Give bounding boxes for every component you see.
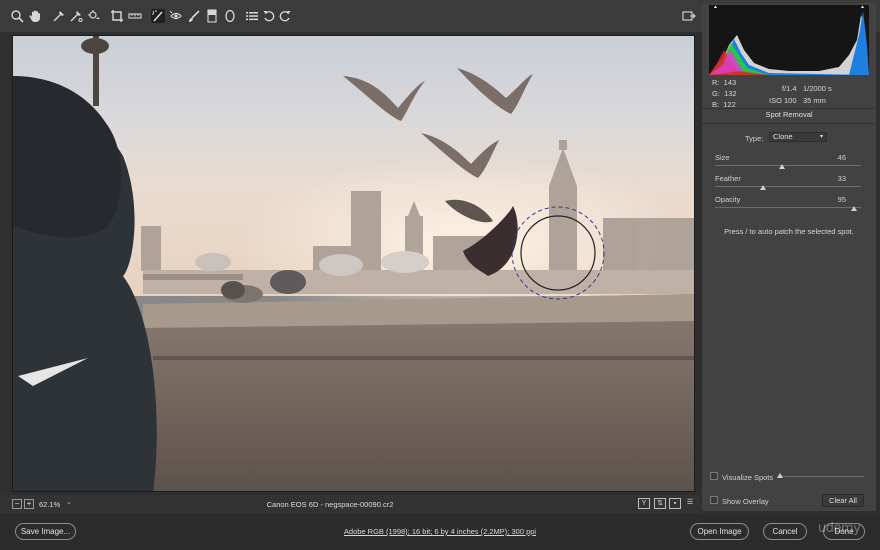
radial-filter-icon[interactable] — [223, 9, 237, 23]
type-value: Clone — [773, 132, 793, 141]
auto-patch-hint: Press / to auto patch the selected spot. — [724, 227, 854, 236]
chevron-down-icon: ▾ — [819, 134, 823, 140]
adjustment-brush-icon[interactable] — [187, 9, 201, 23]
panel-divider — [702, 123, 876, 124]
bottom-bar: Save Image... Adobe RGB (1998); 16 bit; … — [0, 514, 880, 550]
cancel-button[interactable]: Cancel — [763, 523, 807, 540]
aperture-readout: f/1.4 — [782, 84, 797, 93]
crop-icon[interactable] — [110, 9, 124, 23]
right-panel: R: 143 G: 132 B: 122 f/1.4 1/2000 s ISO … — [702, 3, 876, 511]
type-dropdown[interactable]: Clone ▾ — [769, 132, 827, 142]
copy-settings-icon[interactable]: ▪ — [669, 498, 681, 509]
opacity-label: Opacity — [715, 195, 741, 204]
image-preview[interactable] — [12, 35, 695, 492]
swap-settings-icon[interactable]: ⇅ — [654, 498, 666, 509]
list-icon[interactable] — [245, 9, 259, 23]
target-adjust-icon[interactable] — [87, 9, 101, 23]
size-value[interactable]: 46 — [816, 153, 846, 162]
show-overlay-checkbox[interactable] — [710, 496, 718, 504]
clear-all-button[interactable]: Clear All — [822, 494, 864, 507]
size-slider[interactable] — [715, 165, 861, 166]
feather-slider[interactable] — [715, 186, 861, 187]
shutter-readout: 1/2000 s — [803, 84, 832, 93]
visualize-spots-label: Visualize Spots — [722, 473, 774, 482]
iso-readout: ISO 100 — [769, 96, 797, 105]
size-slider-thumb[interactable] — [779, 164, 786, 169]
feather-value[interactable]: 33 — [816, 174, 846, 183]
focal-readout: 35 mm — [803, 96, 826, 105]
show-overlay-label: Show Overlay — [722, 497, 769, 506]
rgb-readout: R: 143 G: 132 B: 122 — [712, 78, 737, 109]
status-bar: − + 62.1% ⌄ Canon EOS 6D - negspace-0009… — [0, 495, 700, 513]
preview-settings-icon[interactable]: ☰ — [684, 498, 696, 509]
open-image-button[interactable]: Open Image — [690, 523, 749, 540]
rotate-ccw-icon[interactable] — [262, 9, 276, 23]
rotate-cw-icon[interactable] — [278, 9, 292, 23]
visualize-spots-checkbox[interactable] — [710, 472, 718, 480]
zoom-icon[interactable] — [10, 9, 24, 23]
opacity-slider[interactable] — [715, 207, 861, 208]
straighten-icon[interactable] — [128, 9, 142, 23]
panel-title: Spot Removal — [765, 110, 813, 119]
graduated-filter-icon[interactable] — [205, 9, 219, 23]
hand-icon[interactable] — [28, 9, 42, 23]
photo-canvas — [13, 36, 694, 491]
visualize-spots-thumb[interactable] — [777, 473, 783, 478]
visualize-spots-slider[interactable] — [778, 476, 864, 477]
udemy-watermark: udemy — [818, 521, 861, 536]
type-label: Type: — [745, 134, 764, 143]
color-sampler-icon[interactable] — [69, 9, 83, 23]
fullscreen-toggle-icon[interactable] — [682, 9, 696, 23]
feather-label: Feather — [715, 174, 741, 183]
feather-slider-thumb[interactable] — [760, 185, 767, 190]
size-label: Size — [715, 153, 730, 162]
before-after-toggle[interactable]: Y — [638, 498, 650, 509]
histogram — [709, 5, 869, 75]
spot-removal-icon[interactable] — [151, 9, 165, 23]
red-eye-icon[interactable] — [169, 9, 183, 23]
panel-divider — [702, 108, 876, 109]
white-balance-icon[interactable] — [52, 9, 66, 23]
opacity-value[interactable]: 95 — [816, 195, 846, 204]
opacity-slider-thumb[interactable] — [850, 206, 857, 211]
file-caption: Canon EOS 6D - negspace-00090.cr2 — [266, 500, 394, 509]
